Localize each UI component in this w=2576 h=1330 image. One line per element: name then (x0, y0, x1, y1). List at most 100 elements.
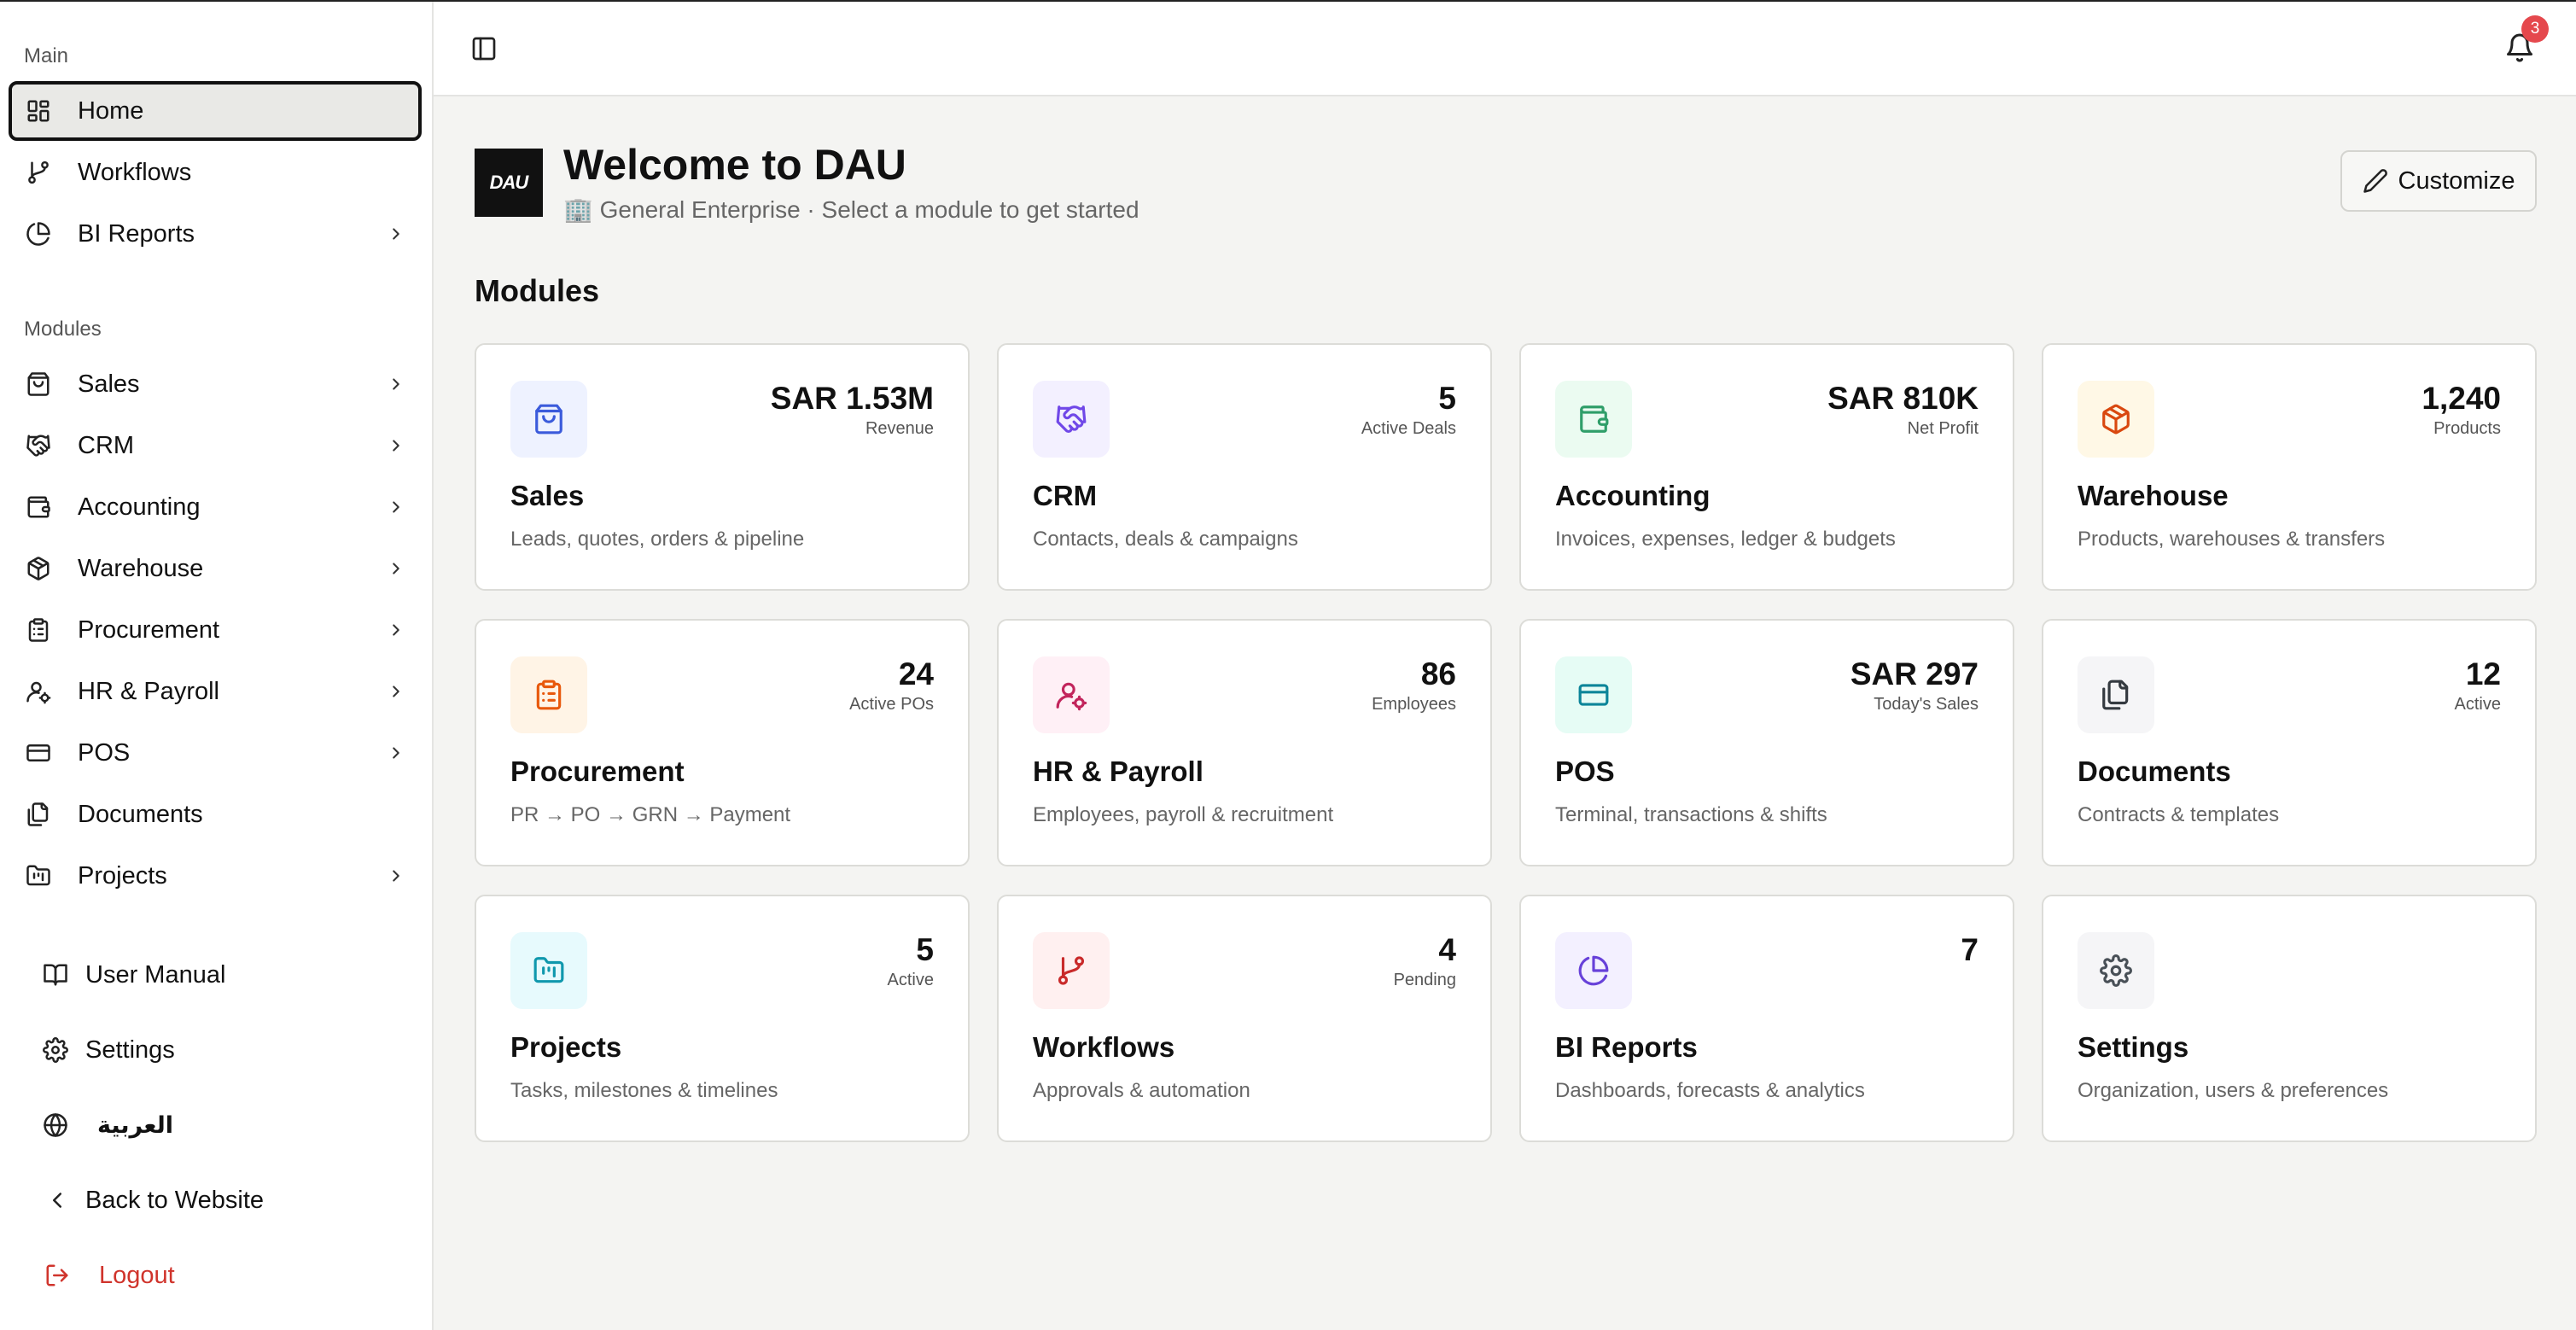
handshake-icon (24, 431, 53, 460)
user-cog-icon (24, 677, 53, 706)
chevron-right-icon (386, 681, 406, 702)
section-label-main: Main (24, 44, 69, 67)
stat-label: Revenue (865, 418, 934, 438)
sidebar-footer-label: Logout (99, 1261, 175, 1289)
module-card-workflows[interactable]: 4 Pending Workflows Approvals & automation (997, 895, 1492, 1142)
sidebar: Main Home Workflows BI Reports Modules Sal… (0, 2, 434, 1330)
module-title: Documents (2078, 755, 2231, 787)
module-card-warehouse[interactable]: 1,240 Products Warehouse Products, warehous… (2042, 343, 2537, 591)
git-branch-icon (1033, 932, 1110, 1009)
stat-label: Pending (1393, 970, 1456, 989)
stat-label: Active (887, 970, 934, 989)
sidebar-item-label: Accounting (78, 493, 201, 521)
sidebar-item-procurement[interactable]: Procurement (9, 600, 422, 660)
stat-label: Net Profit (1907, 418, 1979, 438)
module-card-bi-reports[interactable]: 7 BI Reports Dashboards, forecasts & analy… (1519, 895, 2014, 1142)
sidebar-item-label: Procurement (78, 615, 220, 644)
sidebar-item-bi-reports[interactable]: BI Reports (9, 204, 422, 264)
stat-label: Employees (1372, 694, 1456, 714)
module-card-sales[interactable]: SAR 1.53M Revenue Sales Leads, quotes, orde… (475, 343, 970, 591)
module-stat: 7 (1961, 933, 1979, 971)
sidebar-footer-label: العربية (97, 1111, 173, 1139)
sidebar-item-pos[interactable]: POS (9, 723, 422, 783)
sidebar-item-label: Home (78, 96, 144, 125)
stat-value: 5 (1438, 381, 1456, 416)
module-stat: SAR 810K Net Profit (1827, 382, 1979, 439)
sidebar-item-hr-and-payroll[interactable]: HR & Payroll (9, 662, 422, 721)
sidebar-item-projects[interactable]: Projects (9, 846, 422, 906)
module-title: Procurement (510, 755, 685, 787)
sidebar-footer-user-manual[interactable]: User Manual (26, 945, 422, 1005)
sidebar-item-label: CRM (78, 431, 135, 459)
module-stat: 86 Employees (1372, 657, 1456, 715)
sidebar-footer-label: Back to Website (85, 1186, 265, 1214)
module-card-documents[interactable]: 12 Active Documents Contracts & templates (2042, 619, 2537, 866)
module-card-procurement[interactable]: 24 Active POs Procurement PR → PO → GRN → P… (475, 619, 970, 866)
module-card-crm[interactable]: 5 Active Deals CRM Contacts, deals & campai… (997, 343, 1492, 591)
sidebar-item-crm[interactable]: CRM (9, 416, 422, 475)
module-title: Settings (2078, 1031, 2189, 1063)
package-icon (24, 554, 53, 583)
shopping-bag-icon (510, 381, 587, 458)
stat-value: SAR 297 (1850, 656, 1979, 691)
chevron-right-icon (386, 374, 406, 394)
section-label-modules: Modules (24, 318, 102, 341)
stat-label: Active Deals (1361, 418, 1456, 438)
gear-icon (2078, 932, 2154, 1009)
sidebar-item-workflows[interactable]: Workflows (9, 143, 422, 202)
customize-button[interactable]: Customize (2340, 150, 2537, 212)
logout-icon (43, 1261, 72, 1290)
sidebar-item-warehouse[interactable]: Warehouse (9, 539, 422, 598)
grid-icon (24, 96, 53, 125)
chevron-right-icon (386, 866, 406, 886)
module-card-projects[interactable]: 5 Active Projects Tasks, milestones & timel… (475, 895, 970, 1142)
sidebar-item-sales[interactable]: Sales (9, 354, 422, 414)
top-header: 3 (434, 2, 2576, 96)
page-title: Welcome to DAU (563, 141, 906, 189)
stat-label: Active (2454, 694, 2501, 714)
sidebar-item-documents[interactable]: Documents (9, 785, 422, 844)
module-title: Projects (510, 1031, 622, 1063)
clipboard-list-icon (24, 615, 53, 645)
module-card-pos[interactable]: SAR 297 Today's Sales POS Terminal, transac… (1519, 619, 2014, 866)
sidebar-footer-label: User Manual (85, 960, 226, 989)
pie-chart-icon (24, 219, 53, 248)
sidebar-item-accounting[interactable]: Accounting (9, 477, 422, 537)
pie-chart-icon (1555, 932, 1632, 1009)
module-card-hr-and-payroll[interactable]: 86 Employees HR & Payroll Employees, payrol… (997, 619, 1492, 866)
sidebar-item-label: Documents (78, 800, 203, 828)
sidebar-footer-logout[interactable]: Logout (26, 1245, 422, 1305)
files-icon (2078, 656, 2154, 733)
module-description: Approvals & automation (1033, 1079, 1250, 1102)
module-description: Products, warehouses & transfers (2078, 528, 2386, 551)
stat-value: 1,240 (2422, 381, 2501, 416)
sidebar-toggle-icon[interactable] (469, 34, 498, 63)
files-icon (24, 800, 53, 829)
module-title: POS (1555, 755, 1615, 787)
module-stat: 5 Active Deals (1361, 382, 1456, 439)
module-description: Employees, payroll & recruitment (1033, 803, 1334, 826)
stat-value: 12 (2465, 656, 2501, 691)
user-cog-icon (1033, 656, 1110, 733)
package-icon (2078, 381, 2154, 458)
folder-kanban-icon (24, 861, 53, 890)
customize-label: Customize (2398, 166, 2515, 195)
sidebar-item-home[interactable]: Home (9, 81, 422, 141)
module-stat: 12 Active (2454, 656, 2501, 715)
sidebar-footer-back-to-website[interactable]: Back to Website (26, 1170, 422, 1230)
sidebar-footer-language-toggle[interactable]: العربية (26, 1095, 422, 1155)
module-title: BI Reports (1555, 1031, 1698, 1063)
sidebar-footer-settings[interactable]: Settings (26, 1020, 422, 1080)
module-description: Dashboards, forecasts & analytics (1555, 1079, 1865, 1102)
sidebar-item-label: Warehouse (78, 554, 204, 582)
chevron-right-icon (386, 743, 406, 763)
module-card-settings[interactable]: Settings Organization, users & preference… (2042, 895, 2537, 1142)
module-stat: 24 Active POs (849, 657, 934, 715)
module-card-accounting[interactable]: SAR 810K Net Profit Accounting Invoices, ex… (1519, 343, 2014, 591)
stat-value: SAR 1.53M (770, 381, 934, 416)
module-stat: 5 Active (887, 933, 934, 990)
module-stat: 1,240 Products (2422, 382, 2501, 439)
sidebar-item-label: Workflows (78, 158, 192, 186)
sidebar-item-label: Sales (78, 370, 140, 398)
notification-bell-icon[interactable]: 3 (2503, 15, 2549, 65)
